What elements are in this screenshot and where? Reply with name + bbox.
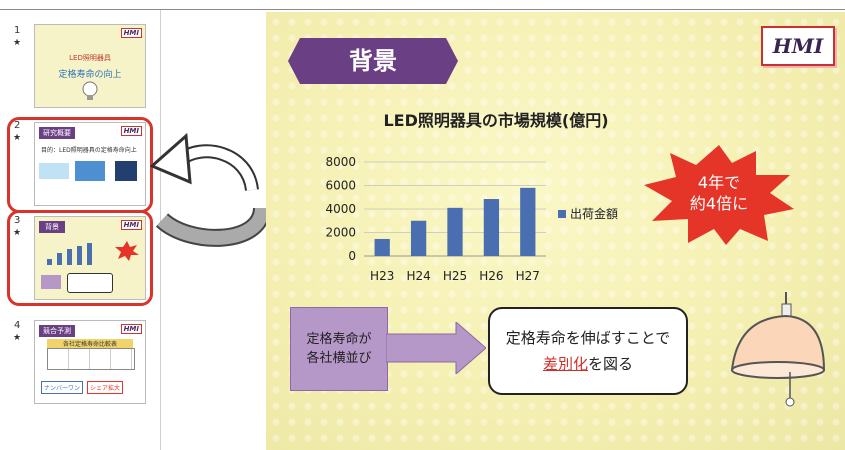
thumb-subtitle: 定格寿命の向上 xyxy=(58,70,122,80)
chart-bars xyxy=(374,187,536,256)
y-tick-label: 4000 xyxy=(325,202,356,216)
y-tick-label: 2000 xyxy=(325,226,356,240)
thumb-title: 競合予測 xyxy=(39,325,75,337)
bar xyxy=(374,238,390,256)
slide-canvas[interactable]: 背景 HMI LED照明器具の市場規模(億円) 0 2000 4000 6000 800… xyxy=(266,12,845,450)
starburst-line: 約4倍に xyxy=(689,194,749,213)
presentation-editor: 1 ★ HMI LED照明器具 定格寿命の向上 2 ★ HMI 研究概要 目的：… xyxy=(0,0,845,450)
highlight-slide-2 xyxy=(7,117,153,213)
starburst-text: 4年で 約4倍に xyxy=(644,172,794,214)
slide-number: 4 xyxy=(14,320,21,331)
thumb-table xyxy=(47,348,135,370)
problem-line: 各社横並び xyxy=(306,351,372,366)
thumb-table-title: 各社定格寿命比較表 xyxy=(47,339,133,348)
hmi-logo-mini: HMI xyxy=(120,28,142,38)
x-tick-label: H24 xyxy=(406,269,430,280)
legend-label: 出荷金額 xyxy=(570,206,618,221)
bar xyxy=(520,187,536,256)
solution-line: 差別化を図る xyxy=(490,353,686,374)
slide-thumbnail-panel[interactable]: 1 ★ HMI LED照明器具 定格寿命の向上 2 ★ HMI 研究概要 目的：… xyxy=(0,10,161,450)
slide-thumbnail-4[interactable]: HMI 競合予測 各社定格寿命比較表 ナンバーワン シェア拡大 xyxy=(34,320,146,404)
thumb-label: ナンバーワン xyxy=(41,381,84,394)
market-size-chart[interactable]: LED照明器具の市場規模(億円) 02000400060008000 H23 H2… xyxy=(306,110,666,280)
solution-rest: を図る xyxy=(588,355,634,373)
hmi-logo: HMI xyxy=(761,26,835,66)
animation-star-icon: ★ xyxy=(13,38,22,48)
pendant-lamp-icon xyxy=(730,292,826,407)
x-tick-label: H27 xyxy=(516,269,540,280)
x-axis-ticks: H23 H24 H25 H26 H27 xyxy=(370,269,540,280)
right-arrow-icon xyxy=(386,322,486,374)
hmi-logo-mini: HMI xyxy=(120,324,142,334)
starburst-line: 4年で xyxy=(697,173,741,192)
y-tick-label: 8000 xyxy=(325,155,356,169)
x-tick-label: H26 xyxy=(479,269,503,280)
y-tick-label: 6000 xyxy=(325,179,356,193)
animation-star-icon: ★ xyxy=(13,333,22,343)
x-tick-label: H25 xyxy=(443,269,467,280)
thumb-title: LED照明器具 xyxy=(69,54,111,62)
problem-line: 定格寿命が xyxy=(306,332,372,347)
y-axis-ticks: 0 2000 4000 6000 8000 xyxy=(325,155,356,263)
lightbulb-icon xyxy=(82,81,98,100)
curved-arrow-icon xyxy=(150,132,270,247)
y-tick-label: 0 xyxy=(348,249,356,263)
bar xyxy=(447,207,463,256)
slide-number: 1 xyxy=(14,25,21,36)
x-tick-label: H23 xyxy=(370,269,394,280)
thumb-label: シェア拡大 xyxy=(87,381,124,394)
slide-thumbnail-1[interactable]: HMI LED照明器具 定格寿命の向上 xyxy=(34,24,146,108)
solution-line: 定格寿命を伸ばすことで xyxy=(505,329,671,347)
problem-box: 定格寿命が 各社横並び xyxy=(290,307,388,391)
legend-swatch xyxy=(558,210,566,218)
solution-box: 定格寿命を伸ばすことで 差別化を図る xyxy=(488,307,688,395)
slide-title[interactable]: 背景 xyxy=(288,38,458,84)
bar xyxy=(410,220,427,256)
bar xyxy=(483,199,500,256)
chart-title: LED照明器具の市場規模(億円) xyxy=(383,111,608,130)
emphasis-text: 差別化 xyxy=(542,355,588,373)
highlight-slide-3 xyxy=(7,210,153,306)
